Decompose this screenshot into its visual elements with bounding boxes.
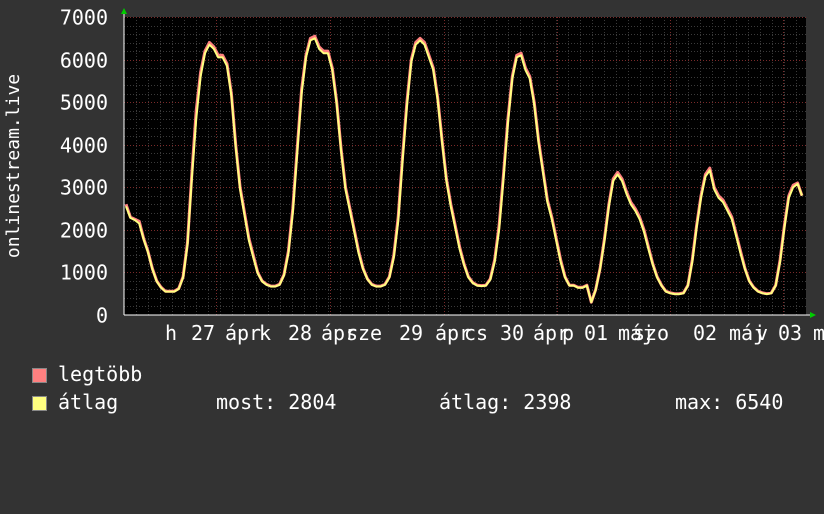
- y-tick-label: 0: [96, 304, 108, 328]
- stat-current: most: 2804: [216, 390, 337, 414]
- legend-label-avg: átlag: [58, 390, 119, 414]
- x-tick-label: 03: [778, 321, 802, 345]
- line-chart: 0 1000 2000 3000 4000 5000 6000 7000 onlinestrea…: [3, 6, 824, 346]
- x-tick-label: 01: [584, 321, 608, 345]
- y-tick-label: 6000: [60, 49, 108, 73]
- x-tick-label: 30: [500, 321, 524, 345]
- x-tick-label: cs: [464, 321, 488, 345]
- legend-item-max: legtöbb: [32, 364, 142, 384]
- x-tick-label: 02: [693, 321, 717, 345]
- legend-label-max: legtöbb: [58, 362, 143, 386]
- y-axis-arrow: [121, 8, 127, 14]
- stat-max: max: 6540: [675, 390, 784, 414]
- x-tick-label: 28: [288, 321, 312, 345]
- x-tick-label: ápr: [225, 321, 261, 345]
- legend-swatch-avg: [32, 396, 47, 411]
- x-tick-label: 29: [399, 321, 423, 345]
- y-tick-label: 3000: [60, 176, 108, 200]
- x-axis-arrow: [810, 312, 816, 318]
- y-tick-label: 2000: [60, 219, 108, 243]
- y-tick-label: 4000: [60, 134, 108, 158]
- x-tick-label: m: [813, 321, 824, 345]
- stat-average: átlag: 2398: [439, 390, 572, 414]
- x-tick-label: h: [165, 321, 177, 345]
- y-tick-label: 1000: [60, 261, 108, 285]
- y-tick-label: 5000: [60, 91, 108, 115]
- x-tick-label: p: [562, 321, 574, 345]
- x-tick-label: 27: [191, 321, 215, 345]
- y-axis-label: onlinestream.live: [3, 74, 24, 258]
- legend-item-avg: átlag most: 2804 átlag: 2398 max: 6540: [32, 392, 824, 412]
- x-tick-label: sze: [346, 321, 382, 345]
- y-tick-label: 7000: [60, 6, 108, 30]
- x-tick-label: k: [259, 321, 271, 345]
- x-tick-label: szo: [633, 321, 669, 345]
- legend-swatch-max: [32, 368, 47, 383]
- x-tick-label: v: [756, 321, 768, 345]
